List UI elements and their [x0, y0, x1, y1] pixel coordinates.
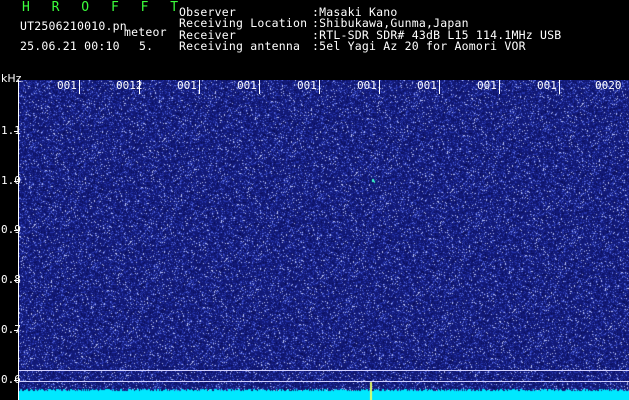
x-tick-label: 001: [297, 79, 317, 92]
y-tick-mark: [14, 230, 19, 231]
x-tick-mark: [139, 80, 140, 94]
y-tick-mark: [14, 280, 19, 281]
filename-label: UT2506210010.pn: [20, 19, 127, 33]
x-tick-label: 001: [357, 79, 377, 92]
hrofft-window: H R O F F T UT2506210010.pn meteor 25.06…: [0, 0, 629, 400]
x-tick-mark: [559, 80, 560, 94]
x-tick-mark: [199, 80, 200, 94]
spectrogram-canvas: [19, 80, 629, 400]
marker-line-lower: [19, 381, 629, 382]
y-tick-mark: [14, 181, 19, 182]
x-tick-mark: [319, 80, 320, 94]
x-tick-label: 001: [537, 79, 557, 92]
x-tick-mark: [259, 80, 260, 94]
x-tick-mark: [379, 80, 380, 94]
y-tick-mark: [14, 131, 19, 132]
x-tick-label: 0020: [595, 79, 622, 92]
x-tick-mark: [499, 80, 500, 94]
spectrogram-plot: [19, 80, 629, 400]
x-tick-label: 001: [477, 79, 497, 92]
x-tick-mark: [79, 80, 80, 94]
meteor-label: meteor: [124, 25, 167, 39]
meteor-count: 5.: [139, 39, 154, 53]
x-tick-mark: [439, 80, 440, 94]
datetime-label: 25.06.21 00:10: [20, 39, 120, 53]
app-title: H R O F F T: [22, 0, 186, 15]
antenna-value: :5el Yagi Az 20 for Aomori VOR: [312, 39, 526, 53]
x-tick-label: 001: [417, 79, 437, 92]
y-tick-mark: [14, 330, 19, 331]
x-tick-label: 001: [57, 79, 77, 92]
x-tick-label: 001: [237, 79, 257, 92]
antenna-label: Receiving antenna: [179, 39, 301, 53]
x-tick-label: 001: [177, 79, 197, 92]
marker-line-upper: [19, 370, 629, 371]
